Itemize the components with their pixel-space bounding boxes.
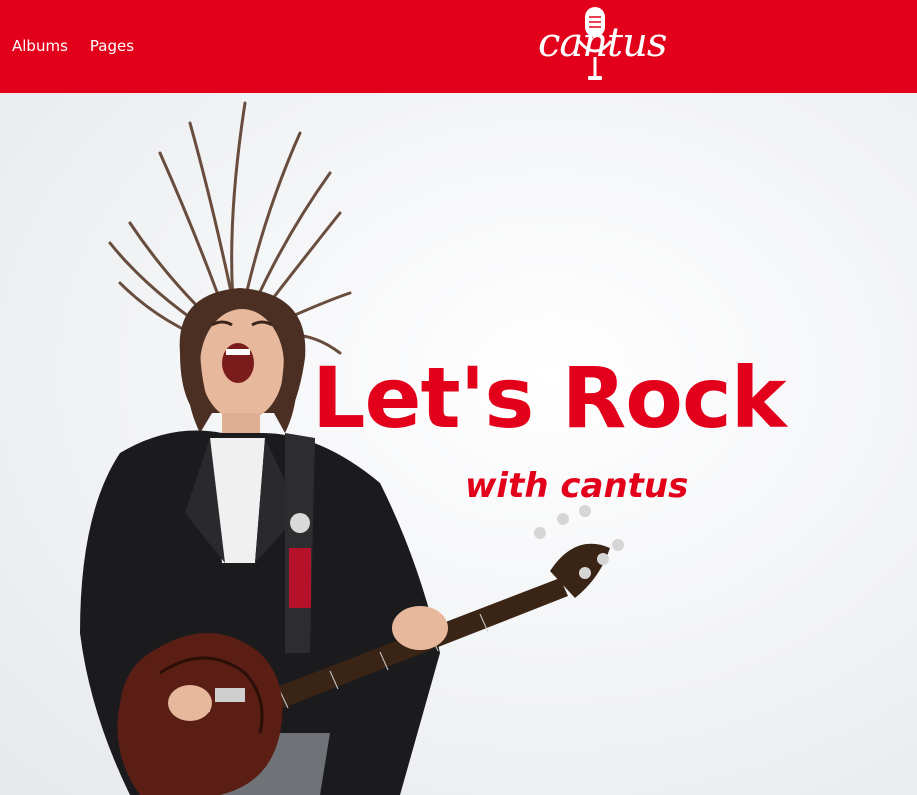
site-logo[interactable]: cantus (534, 5, 667, 85)
hero-banner: Let's Rock with cantus (0, 93, 917, 795)
hero-headline: Let's Rock (312, 349, 787, 447)
nav-pages-link[interactable]: Pages (90, 39, 134, 54)
hero-subheadline: with cantus (465, 466, 689, 506)
main-nav: Albums Pages (0, 0, 156, 93)
nav-albums-link[interactable]: Albums (12, 39, 68, 54)
logo-wordmark: cantus (538, 20, 667, 66)
site-header: Albums Pages cantus (0, 0, 917, 93)
